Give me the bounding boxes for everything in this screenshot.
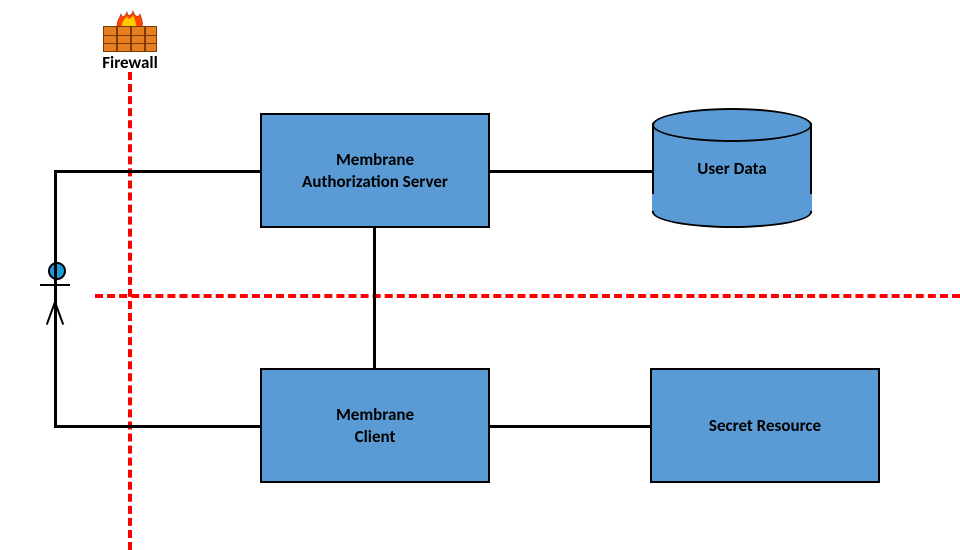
firewall-label: Firewall — [92, 52, 168, 73]
architecture-diagram: Firewall Membrane Authorization Server M… — [0, 0, 960, 550]
conn-actor-to-authserver — [54, 170, 260, 173]
conn-actor-to-client — [54, 425, 260, 428]
node-membrane-authorization-server: Membrane Authorization Server — [260, 113, 490, 228]
firewall-icon — [103, 16, 157, 52]
firewall-vertical-line — [128, 72, 132, 550]
node-label: Membrane Client — [336, 404, 414, 447]
firewall-horizontal-line — [95, 294, 960, 298]
conn-client-to-secretresource — [490, 425, 650, 428]
node-label: Membrane Authorization Server — [302, 149, 448, 192]
conn-authserver-to-client — [373, 228, 376, 368]
node-membrane-client: Membrane Client — [260, 368, 490, 483]
conn-actor-vertical — [54, 170, 57, 428]
node-user-data: User Data — [652, 108, 812, 228]
node-secret-resource: Secret Resource — [650, 368, 880, 483]
node-label: Secret Resource — [709, 415, 821, 436]
node-label: User Data — [697, 158, 766, 179]
conn-authserver-to-userdata — [490, 170, 652, 173]
